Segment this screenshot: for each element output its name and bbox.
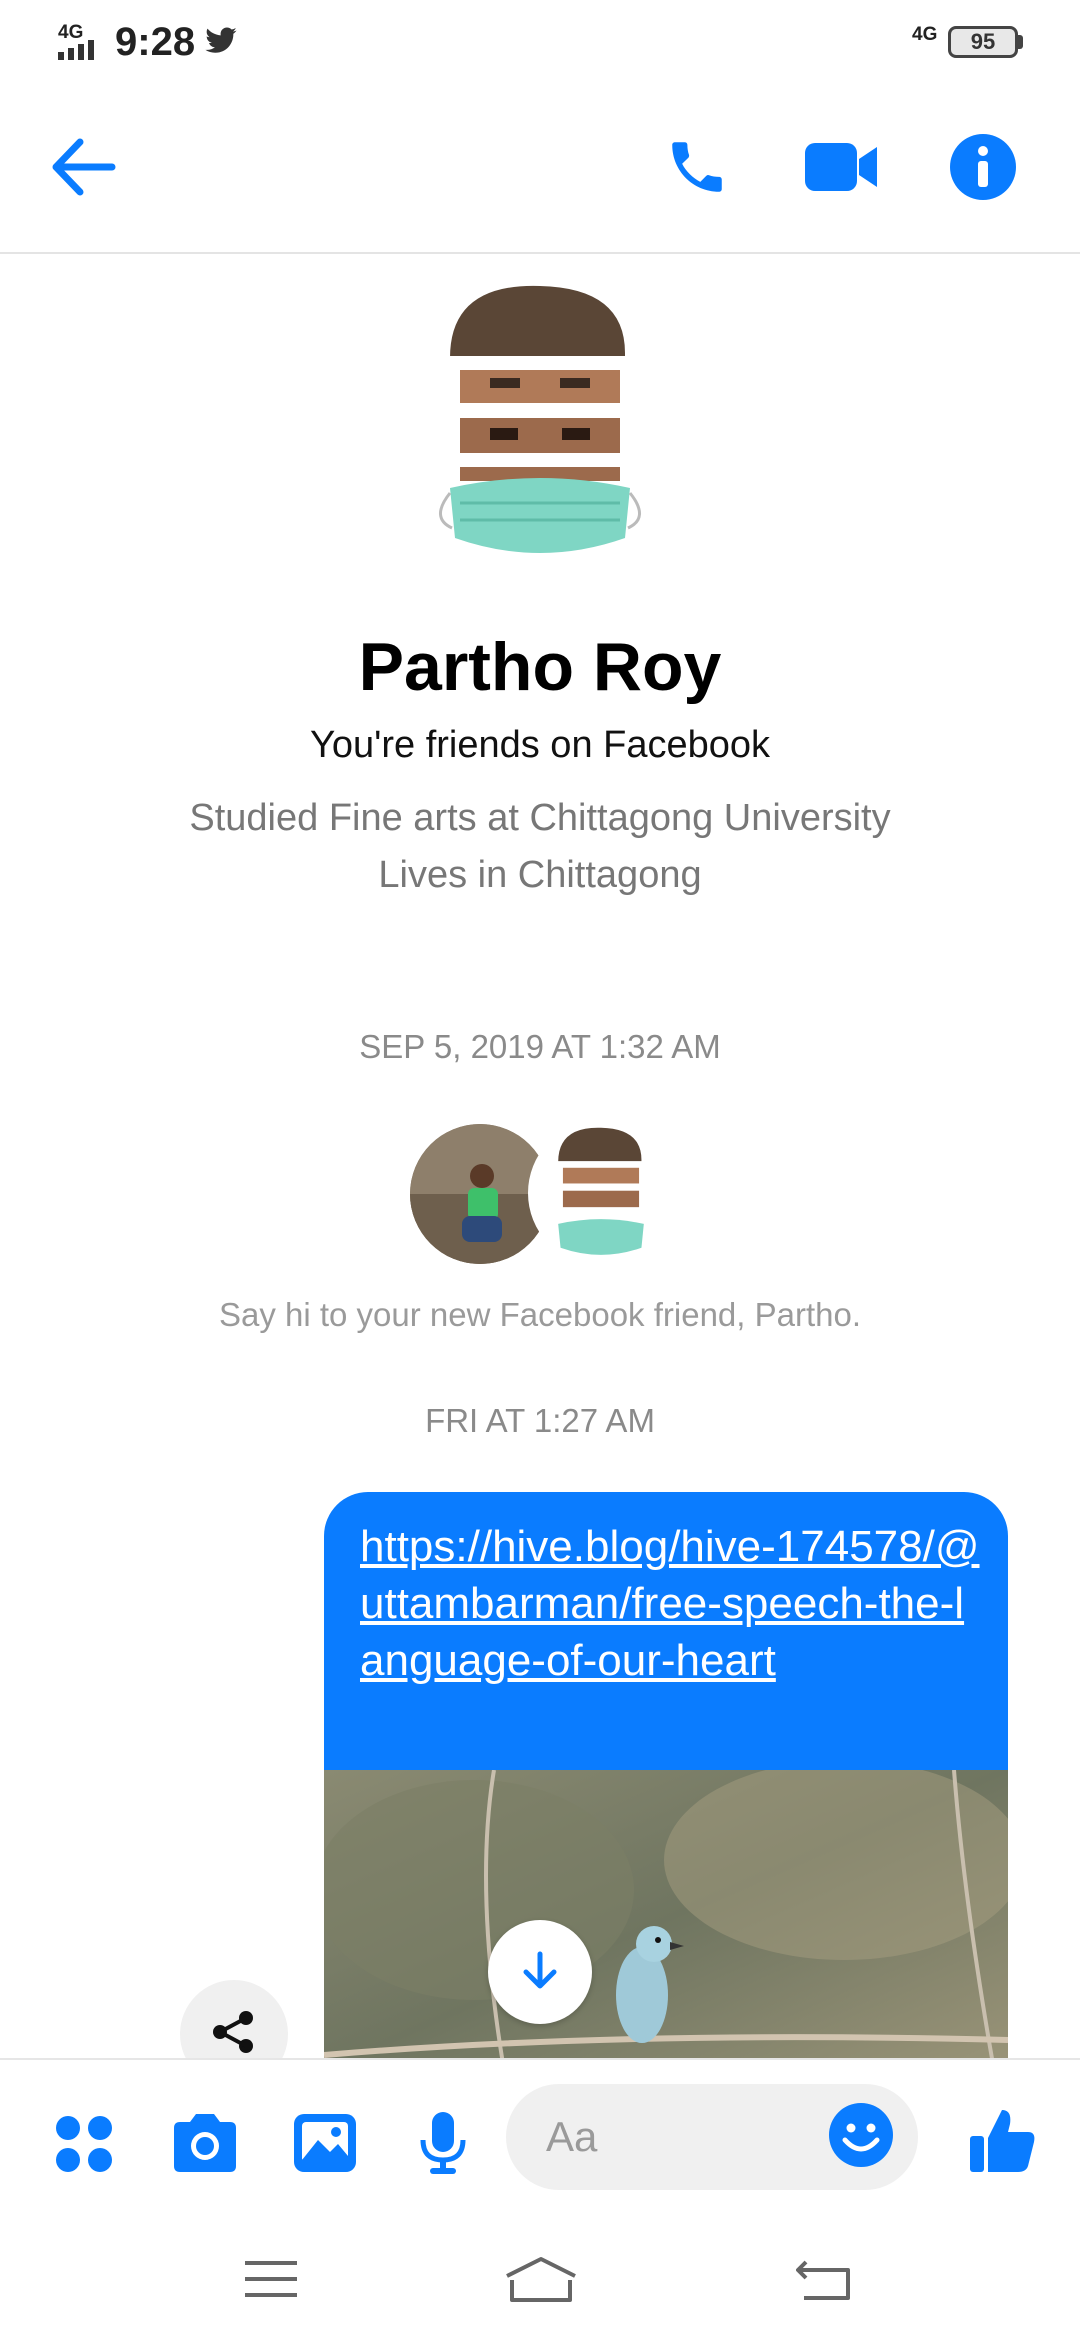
microphone-icon [418, 2110, 468, 2181]
info-icon [949, 133, 1017, 206]
phone-icon [664, 134, 730, 205]
status-time: 9:28 [115, 20, 196, 64]
back-button[interactable] [38, 124, 128, 214]
gallery-button[interactable] [280, 2100, 370, 2190]
voice-call-button[interactable] [652, 124, 742, 214]
battery-indicator: 95 [948, 26, 1023, 58]
download-button[interactable] [488, 1920, 592, 2024]
gallery-icon [292, 2112, 358, 2179]
emoji-icon [828, 2102, 894, 2173]
status-bar: 4G 9:28 4G 95 [0, 0, 1080, 84]
message-input-container[interactable] [506, 2084, 918, 2190]
download-arrow-icon [518, 1948, 562, 1997]
system-back-button[interactable] [780, 2246, 870, 2316]
recent-apps-button[interactable] [226, 2246, 316, 2316]
sent-message-bubble[interactable]: https://hive.blog/hive-174578/@uttambarm… [324, 1492, 1008, 2062]
friend-avatar [528, 1120, 674, 1266]
home-button[interactable] [496, 2246, 586, 2316]
back-icon [796, 2258, 854, 2305]
profile-location: Lives in Chittagong [378, 854, 702, 896]
menu-icon [243, 2259, 299, 2304]
message-composer [0, 2058, 1080, 2220]
message-input[interactable] [544, 2112, 804, 2162]
home-icon [504, 2256, 578, 2307]
message-link[interactable]: https://hive.blog/hive-174578/@uttambarm… [360, 1518, 980, 1689]
video-call-button[interactable] [796, 124, 886, 214]
say-hi-prompt: Say hi to your new Facebook friend, Part… [218, 1296, 862, 1333]
battery-level: 95 [948, 26, 1018, 58]
network-type-right: 4G [912, 24, 938, 45]
apps-icon [54, 2114, 114, 2179]
conversation-timestamp: SEP 5, 2019 AT 1:32 AM [359, 1028, 721, 1065]
profile-name: Partho Roy [358, 629, 722, 705]
signal-icon [58, 40, 104, 65]
conversation-info-button[interactable] [938, 124, 1028, 214]
system-navigation-bar [0, 2220, 1080, 2340]
camera-icon [170, 2112, 240, 2179]
emoji-button[interactable] [826, 2102, 896, 2172]
video-camera-icon [803, 139, 879, 200]
conversation-header [0, 84, 1080, 254]
link-preview-image[interactable] [324, 1760, 1008, 2062]
apps-button[interactable] [44, 2106, 124, 2186]
twitter-icon [202, 24, 240, 63]
thumbs-up-icon [968, 2106, 1038, 2181]
like-button[interactable] [958, 2098, 1048, 2188]
profile-education: Studied Fine arts at Chittagong Universi… [189, 797, 891, 839]
voice-message-button[interactable] [398, 2100, 488, 2190]
message-timestamp: FRI AT 1:27 AM [425, 1402, 655, 1439]
profile-avatar[interactable] [430, 278, 650, 568]
share-icon [208, 2006, 260, 2063]
camera-button[interactable] [160, 2100, 250, 2190]
back-arrow-icon [50, 138, 116, 201]
friendship-status: You're friends on Facebook [309, 724, 771, 766]
